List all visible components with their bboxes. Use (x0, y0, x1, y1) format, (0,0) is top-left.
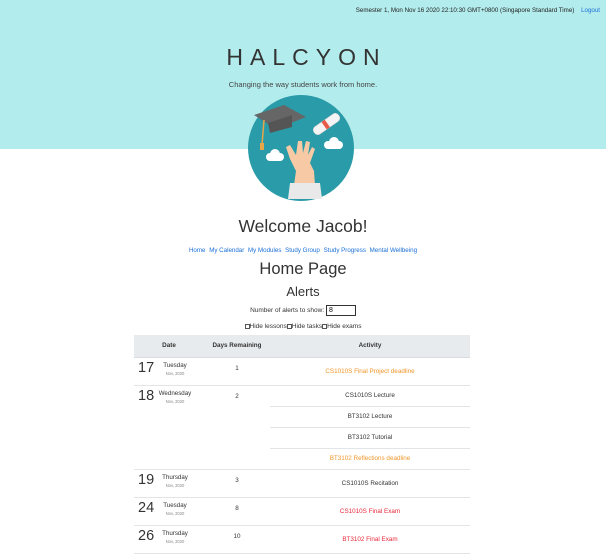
month-year: Nov, 2020 (165, 538, 185, 544)
day-number: 24 (138, 499, 155, 516)
filter-row: Hide lessons Hide tasks Hide exams (0, 323, 606, 330)
tagline: Changing the way students work from home… (228, 80, 378, 89)
activity-cell: BT3102 Tutorial (270, 427, 470, 449)
graduation-logo-icon (248, 95, 354, 201)
days-remaining-cell: 3 (204, 469, 270, 498)
table-row: 19 Thursday Nov, 2020 3 CS1010S Recitation (134, 469, 470, 498)
days-remaining-cell: 2 (204, 385, 270, 470)
header-date: Date (134, 335, 204, 358)
day-number: 17 (138, 359, 155, 376)
nav-home[interactable]: Home (189, 247, 206, 254)
semester-datetime: Semester 1, Mon Nov 16 2020 22:10:30 GMT… (355, 7, 575, 14)
nav-my-calendar[interactable]: My Calendar (209, 247, 244, 254)
nav-my-modules[interactable]: My Modules (248, 247, 281, 254)
alerts-table-body: 17 Tuesday Nov, 2020 1 CS1010S Final Project… (134, 357, 470, 554)
brand-title: HALCYON (226, 44, 387, 70)
hide-lessons-label: Hide lessons (249, 323, 287, 330)
weekday: Thursday (162, 473, 188, 481)
weekday: Tuesday (163, 501, 187, 509)
nav-study-group[interactable]: Study Group (285, 247, 320, 254)
days-remaining-cell: 1 (204, 357, 270, 386)
welcome-heading: Welcome Jacob! (238, 216, 368, 236)
date-cell: 18 Wednesday Nov, 2020 (134, 385, 204, 470)
table-row: 24 Tuesday Nov, 2020 8 CS1010S Final Exam (134, 497, 470, 526)
alerts-table: Date Days Remaining Activity 17 Tuesday No… (134, 335, 470, 554)
activity-cell: BT3102 Reflections deadline (270, 448, 470, 470)
alerts-count-row: Number of alerts to show: (0, 305, 606, 316)
table-row: 18 Wednesday Nov, 2020 2 CS1010S Lecture (134, 385, 470, 470)
month-year: Nov, 2020 (165, 398, 185, 404)
table-row: 17 Tuesday Nov, 2020 1 CS1010S Final Project… (134, 357, 470, 386)
header-days-remaining: Days Remaining (204, 335, 270, 358)
day-number: 18 (138, 387, 155, 404)
activity-cell: BT3102 Lecture (270, 406, 470, 428)
day-number: 19 (138, 471, 155, 488)
date-cell: 19 Thursday Nov, 2020 (134, 469, 204, 498)
nav-study-progress[interactable]: Study Progress (324, 247, 366, 254)
page-title: Home Page (259, 260, 347, 278)
date-cell: 17 Tuesday Nov, 2020 (134, 357, 204, 386)
weekday: Thursday (162, 529, 188, 537)
weekday: Tuesday (163, 361, 187, 369)
activity-cell: CS1010S Lecture (270, 385, 470, 407)
day-info: Thursday Nov, 2020 (156, 529, 194, 546)
day-number: 26 (138, 527, 155, 544)
logout-link[interactable]: Logout (581, 7, 600, 14)
date-cell: 24 Tuesday Nov, 2020 (134, 497, 204, 526)
month-year: Nov, 2020 (165, 482, 185, 488)
hide-tasks-label: Hide tasks (291, 323, 323, 330)
days-remaining-cell: 8 (204, 497, 270, 526)
table-row: 26 Thursday Nov, 2020 10 BT3102 Final Exam (134, 525, 470, 554)
weekday: Wednesday (158, 389, 192, 397)
top-status-bar: Semester 1, Mon Nov 16 2020 22:10:30 GMT… (356, 7, 600, 14)
date-cell: 26 Thursday Nov, 2020 (134, 525, 204, 554)
month-year: Nov, 2020 (165, 370, 185, 376)
header-activity: Activity (270, 335, 470, 358)
day-info: Tuesday Nov, 2020 (156, 361, 194, 378)
main-nav: Home My Calendar My Modules Study Group … (0, 247, 606, 254)
day-info: Wednesday Nov, 2020 (156, 389, 194, 406)
table-header-row: Date Days Remaining Activity (134, 335, 470, 358)
activity-cell: CS1010S Final Project deadline (270, 357, 470, 386)
activity-cell: CS1010S Recitation (270, 469, 470, 498)
activity-cell: CS1010S Final Exam (270, 497, 470, 526)
hide-exams-label: Hide exams (327, 323, 362, 330)
nav-mental-wellbeing[interactable]: Mental Wellbeing (370, 247, 417, 254)
month-year: Nov, 2020 (165, 510, 185, 516)
day-info: Thursday Nov, 2020 (156, 473, 194, 490)
day-info: Tuesday Nov, 2020 (156, 501, 194, 518)
activity-cell: BT3102 Final Exam (270, 525, 470, 554)
days-remaining-cell: 10 (204, 525, 270, 554)
alerts-count-label: Number of alerts to show: (250, 307, 325, 315)
alerts-count-input[interactable] (325, 305, 356, 316)
alerts-heading: Alerts (286, 284, 320, 299)
